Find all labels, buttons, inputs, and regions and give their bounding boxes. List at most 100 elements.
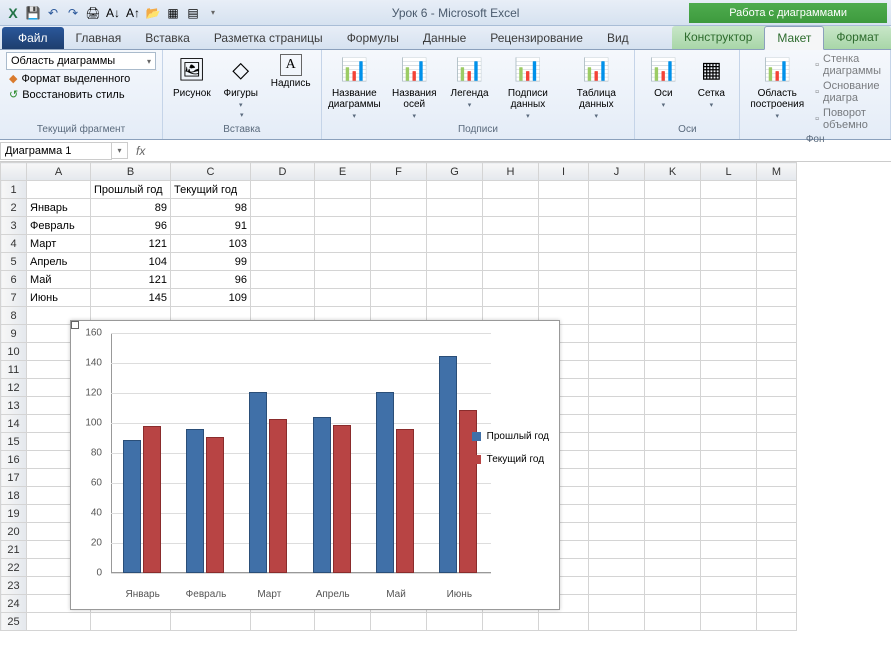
cell-G3[interactable] [427, 217, 483, 235]
worksheet-grid[interactable]: ABCDEFGHIJKLM1Прошлый годТекущий год2Янв… [0, 162, 891, 658]
cell-G6[interactable] [427, 271, 483, 289]
cell-D4[interactable] [251, 235, 315, 253]
cell-L11[interactable] [701, 361, 757, 379]
cell-J20[interactable] [589, 523, 645, 541]
cell-L20[interactable] [701, 523, 757, 541]
row-header-22[interactable]: 22 [1, 559, 27, 577]
cell-J13[interactable] [589, 397, 645, 415]
cell-L19[interactable] [701, 505, 757, 523]
bar-Прошлый год-Апрель[interactable] [313, 417, 331, 573]
cell-F5[interactable] [371, 253, 427, 271]
embedded-chart[interactable]: 020406080100120140160 ЯнварьФевральМартА… [70, 320, 560, 610]
cell-J1[interactable] [589, 181, 645, 199]
cell-M4[interactable] [757, 235, 797, 253]
cell-L22[interactable] [701, 559, 757, 577]
fx-icon[interactable]: fx [128, 144, 153, 158]
row-header-23[interactable]: 23 [1, 577, 27, 595]
cell-C2[interactable]: 98 [171, 199, 251, 217]
cell-M11[interactable] [757, 361, 797, 379]
bar-Прошлый год-Январь[interactable] [123, 440, 141, 574]
cell-M14[interactable] [757, 415, 797, 433]
cell-A4[interactable]: Март [27, 235, 91, 253]
cell-D6[interactable] [251, 271, 315, 289]
cell-E5[interactable] [315, 253, 371, 271]
cell-L6[interactable] [701, 271, 757, 289]
cell-B4[interactable]: 121 [91, 235, 171, 253]
row-header-21[interactable]: 21 [1, 541, 27, 559]
legend-item[interactable]: Прошлый год [472, 431, 549, 442]
cell-J4[interactable] [589, 235, 645, 253]
cell-M20[interactable] [757, 523, 797, 541]
cell-C5[interactable]: 99 [171, 253, 251, 271]
cell-A6[interactable]: Май [27, 271, 91, 289]
cell-L14[interactable] [701, 415, 757, 433]
save-icon[interactable]: 💾 [24, 4, 42, 22]
cell-K5[interactable] [645, 253, 701, 271]
redo-icon[interactable]: ↷ [64, 4, 82, 22]
cell-L25[interactable] [701, 613, 757, 631]
print-icon[interactable]: 🖨 [84, 4, 102, 22]
cell-I3[interactable] [539, 217, 589, 235]
tab-Конструктор[interactable]: Конструктор [672, 26, 764, 49]
row-header-20[interactable]: 20 [1, 523, 27, 541]
col-header-K[interactable]: K [645, 163, 701, 181]
cell-M7[interactable] [757, 289, 797, 307]
cell-M6[interactable] [757, 271, 797, 289]
cell-H2[interactable] [483, 199, 539, 217]
cell-M24[interactable] [757, 595, 797, 613]
tab-Формулы[interactable]: Формулы [335, 27, 411, 49]
cell-B2[interactable]: 89 [91, 199, 171, 217]
cell-J10[interactable] [589, 343, 645, 361]
cell-K3[interactable] [645, 217, 701, 235]
cell-K15[interactable] [645, 433, 701, 451]
cell-M5[interactable] [757, 253, 797, 271]
cell-M17[interactable] [757, 469, 797, 487]
cell-E4[interactable] [315, 235, 371, 253]
cell-K6[interactable] [645, 271, 701, 289]
cell-K10[interactable] [645, 343, 701, 361]
row-header-16[interactable]: 16 [1, 451, 27, 469]
cell-M3[interactable] [757, 217, 797, 235]
cell-J23[interactable] [589, 577, 645, 595]
cell-K23[interactable] [645, 577, 701, 595]
row-header-6[interactable]: 6 [1, 271, 27, 289]
cell-D1[interactable] [251, 181, 315, 199]
excel-logo-icon[interactable]: X [4, 4, 22, 22]
cell-K19[interactable] [645, 505, 701, 523]
cell-K25[interactable] [645, 613, 701, 631]
cell-B5[interactable]: 104 [91, 253, 171, 271]
cell-K9[interactable] [645, 325, 701, 343]
cell-J12[interactable] [589, 379, 645, 397]
open-icon[interactable]: 📂 [144, 4, 162, 22]
cell-L16[interactable] [701, 451, 757, 469]
cell-K11[interactable] [645, 361, 701, 379]
cell-J8[interactable] [589, 307, 645, 325]
cell-E25[interactable] [315, 613, 371, 631]
cell-K2[interactable] [645, 199, 701, 217]
axis-titles-button[interactable]: 📊Названия осей▾ [385, 52, 444, 122]
row-header-18[interactable]: 18 [1, 487, 27, 505]
picture-button[interactable]: 🖼Рисунок [169, 52, 215, 101]
legend-item[interactable]: Текущий год [472, 454, 549, 465]
plot-area-button[interactable]: 📊Область построения▾ [746, 52, 808, 122]
cell-H1[interactable] [483, 181, 539, 199]
cell-M25[interactable] [757, 613, 797, 631]
cell-H5[interactable] [483, 253, 539, 271]
cell-G25[interactable] [427, 613, 483, 631]
cell-M23[interactable] [757, 577, 797, 595]
cell-B3[interactable]: 96 [91, 217, 171, 235]
cell-M1[interactable] [757, 181, 797, 199]
bar-Текущий год-Май[interactable] [396, 429, 414, 573]
row-header-15[interactable]: 15 [1, 433, 27, 451]
textbox-button[interactable]: AНадпись [267, 52, 315, 91]
cell-M13[interactable] [757, 397, 797, 415]
row-header-1[interactable]: 1 [1, 181, 27, 199]
cell-L5[interactable] [701, 253, 757, 271]
cell-L17[interactable] [701, 469, 757, 487]
cell-I7[interactable] [539, 289, 589, 307]
cell-A5[interactable]: Апрель [27, 253, 91, 271]
cell-F1[interactable] [371, 181, 427, 199]
cell-C25[interactable] [171, 613, 251, 631]
cell-J21[interactable] [589, 541, 645, 559]
cell-G4[interactable] [427, 235, 483, 253]
